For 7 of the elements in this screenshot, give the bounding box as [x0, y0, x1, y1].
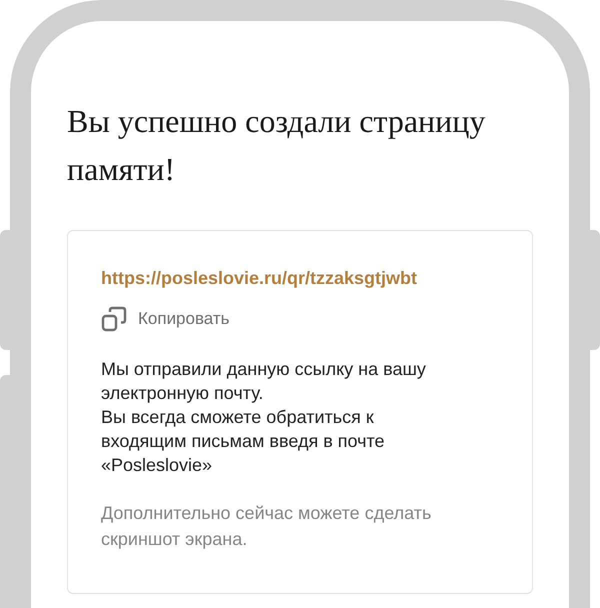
page-title: Вы успешно создали страницу памяти! — [67, 102, 486, 189]
screenshot-note: Дополнительно сейчас можете сделать скриншот экрана. — [101, 502, 432, 551]
page-link[interactable]: https://posleslovie.ru/qr/tzzaksgtjwbt — [101, 266, 500, 290]
message-text: Мы отправили данную ссылку на вашу электронную почту. — [101, 358, 427, 405]
copy-button[interactable]: Копировать — [101, 306, 230, 332]
copy-icon — [101, 306, 127, 332]
message-text: Вы всегда сможете обратиться к входящим письмам введя в почте «Posleslovie» — [101, 406, 386, 477]
